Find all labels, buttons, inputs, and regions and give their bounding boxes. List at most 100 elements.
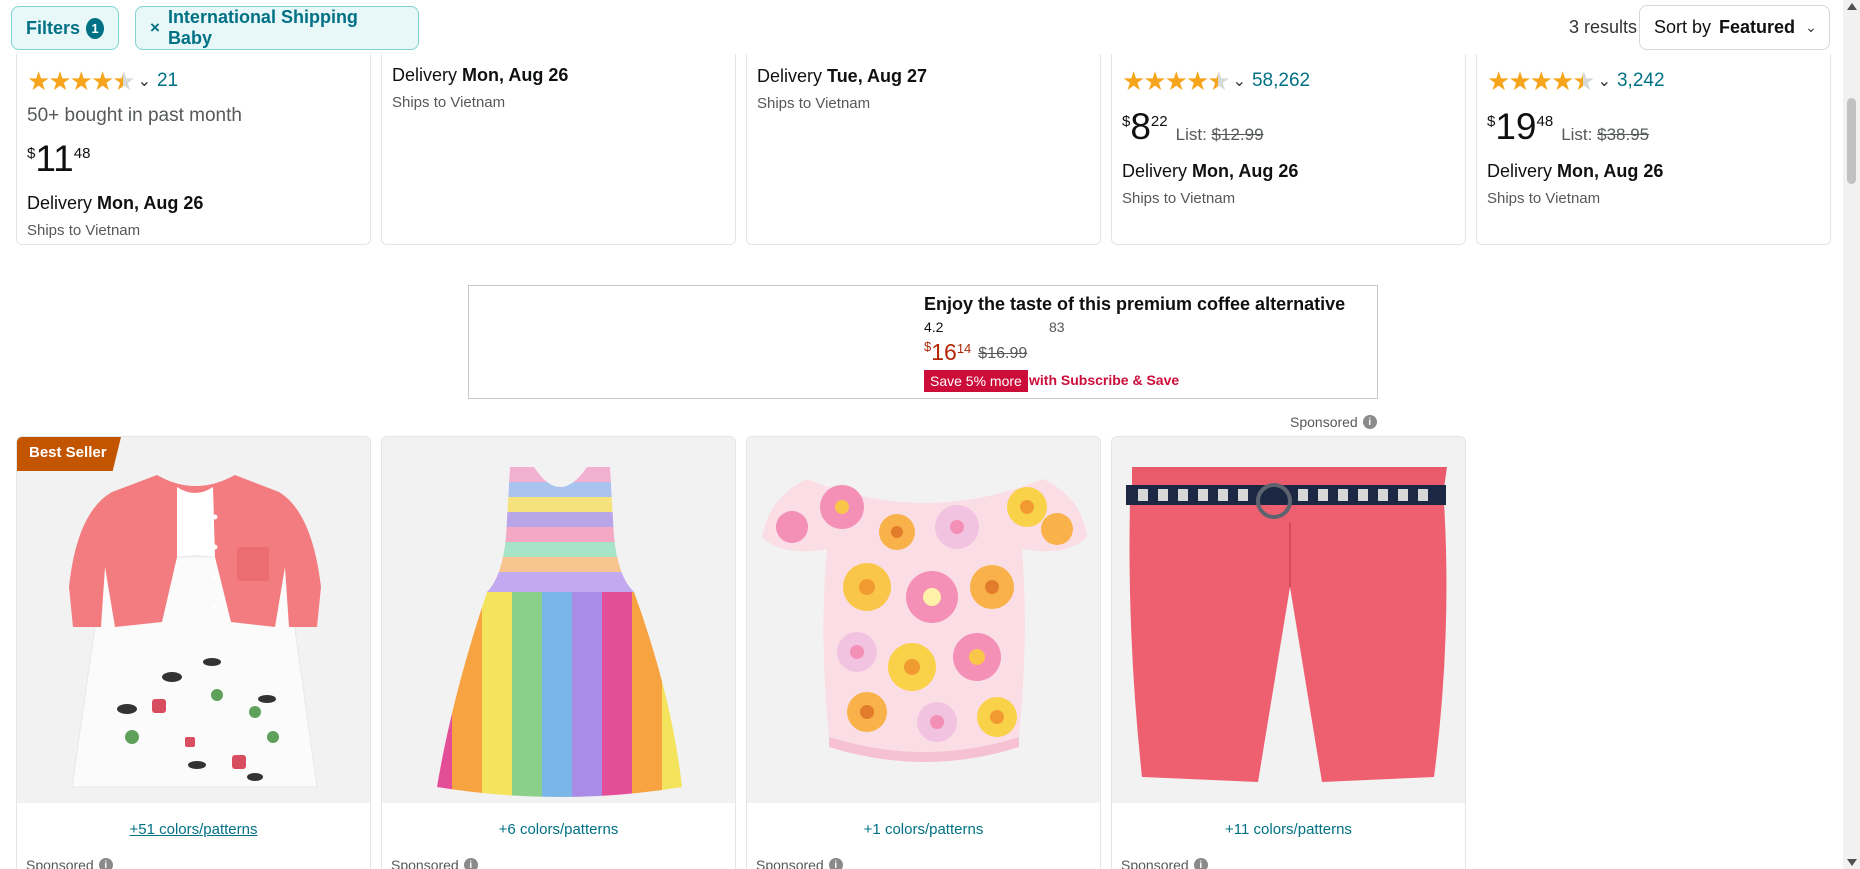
star-icon: ★ — [48, 66, 71, 96]
banner-review-count[interactable]: 83 — [1049, 319, 1065, 335]
product-card-floral-top[interactable]: +1 colors/patterns Sponsored i — [746, 436, 1101, 869]
rating-count-link[interactable]: 21 — [157, 70, 178, 92]
bought-text: 50+ bought in past month — [27, 105, 242, 126]
sort-dropdown[interactable]: Sort by Featured ⌄ — [1639, 5, 1830, 50]
scroll-up-arrow-icon[interactable] — [1847, 3, 1857, 10]
delivery-info: Delivery Mon, Aug 26 — [1487, 161, 1665, 182]
results-toolbar: Filters 1 × International Shipping Baby … — [0, 0, 1843, 54]
sponsored-label[interactable]: Sponsored i — [391, 857, 478, 869]
sponsored-label[interactable]: Sponsored i — [26, 857, 113, 869]
info-icon[interactable]: i — [1362, 415, 1377, 429]
delivery-info: Delivery Mon, Aug 26 — [392, 65, 568, 86]
delivery-label: Delivery — [392, 65, 458, 85]
page-scrollbar[interactable] — [1843, 0, 1860, 869]
ships-to: Ships to Vietnam — [1122, 190, 1236, 207]
price-whole: 8 — [1130, 106, 1151, 147]
star-icon: ★ — [1122, 66, 1145, 96]
subscribe-save-text: with Subscribe & Save — [1029, 372, 1180, 388]
half-star-icon: ★ — [1207, 66, 1230, 96]
cardigan-dress-image — [69, 475, 321, 788]
active-filter-label: International Shipping Baby — [167, 7, 358, 48]
half-star-icon: ★ — [112, 66, 135, 96]
list-price-value: $12.99 — [1211, 125, 1264, 144]
ships-to: Ships to Vietnam — [1487, 190, 1601, 207]
delivery-label: Delivery — [27, 193, 93, 213]
product-card-4[interactable]: ★ ★ ★ ★ ★ ⌄ 58,262 $ 8 22 List: $12.99 Deliv… — [1111, 40, 1466, 245]
product-card-5[interactable]: ★ ★ ★ ★ ★ ⌄ 3,242 $ 19 48 List: $38.95 Deliv… — [1476, 40, 1831, 245]
sponsored-banner-ad[interactable]: Enjoy the taste of this premium coffee a… — [468, 285, 1378, 399]
info-icon[interactable]: i — [98, 858, 113, 869]
product-card-cardigan-set[interactable]: Best Seller +51 colors/patterns Sponsore… — [16, 436, 371, 869]
price-whole: 11 — [35, 138, 74, 179]
delivery-label: Delivery — [1122, 161, 1188, 181]
banner-old-price: $16.99 — [978, 345, 1028, 362]
ships-to: Ships to Vietnam — [757, 95, 871, 112]
product-image[interactable] — [382, 437, 735, 803]
product-card-1[interactable]: ★ ★ ★ ★ ★ ⌄ 21 50+ bought in past month $ 11… — [16, 40, 371, 245]
rating-count-link[interactable]: 58,262 — [1252, 70, 1310, 92]
list-label: List: — [1561, 125, 1593, 144]
delivery-date: Mon, Aug 26 — [462, 65, 569, 85]
product-image[interactable] — [1112, 437, 1465, 803]
star-icon: ★ — [1164, 66, 1188, 96]
rating-stars[interactable]: ★ ★ ★ ★ ★ ⌄ 21 — [27, 68, 178, 94]
price-symbol: $ — [1487, 113, 1496, 130]
rainbow-stripe-dress-image — [437, 467, 682, 797]
delivery-date: Mon, Aug 26 — [1192, 161, 1299, 181]
sponsored-label[interactable]: Sponsored i — [1121, 857, 1208, 869]
close-icon[interactable]: × — [150, 18, 160, 38]
delivery-date: Mon, Aug 26 — [97, 193, 204, 213]
banner-rating: 4.2 — [924, 319, 944, 335]
price: $ 11 48 — [27, 138, 242, 179]
best-seller-badge: Best Seller — [17, 437, 121, 471]
info-icon[interactable]: i — [1193, 858, 1208, 869]
banner-price: $ 16 14 $16.99 — [924, 339, 1027, 366]
info-icon[interactable]: i — [828, 858, 843, 869]
price-fraction: 48 — [73, 145, 91, 162]
star-icon: ★ — [1487, 66, 1510, 96]
star-icon: ★ — [1550, 66, 1574, 96]
product-image[interactable]: Best Seller — [17, 437, 370, 803]
filters-button[interactable]: Filters 1 — [11, 6, 119, 50]
product-image[interactable] — [747, 437, 1100, 803]
sponsored-label[interactable]: Sponsored i — [1290, 414, 1377, 430]
half-star-icon: ★ — [1572, 66, 1595, 96]
ships-to: Ships to Vietnam — [27, 222, 141, 239]
product-card-3[interactable]: Delivery Tue, Aug 27 Ships to Vietnam — [746, 40, 1101, 245]
list-label: List: — [1175, 125, 1207, 144]
chevron-down-icon[interactable]: ⌄ — [1233, 71, 1246, 91]
rating-count-link[interactable]: 3,242 — [1617, 70, 1665, 92]
product-card-rainbow-dress[interactable]: +6 colors/patterns Sponsored i — [381, 436, 736, 869]
pink-shorts-image — [1126, 467, 1447, 782]
color-options-link[interactable]: +11 colors/patterns — [1112, 821, 1465, 838]
price-whole: 16 — [931, 339, 957, 365]
list-price: List: $12.99 — [1176, 125, 1264, 145]
scroll-down-arrow-icon[interactable] — [1847, 859, 1857, 866]
price-symbol: $ — [27, 145, 36, 162]
sort-value: Featured — [1719, 17, 1796, 37]
star-icon: ★ — [69, 66, 93, 96]
ships-to: Ships to Vietnam — [392, 94, 506, 111]
price-symbol: $ — [1122, 113, 1131, 130]
product-card-2[interactable]: Delivery Mon, Aug 26 Ships to Vietnam — [381, 40, 736, 245]
chevron-down-icon[interactable]: ⌄ — [138, 71, 151, 91]
rating-stars[interactable]: ★ ★ ★ ★ ★ ⌄ 58,262 — [1122, 68, 1310, 94]
chevron-down-icon[interactable]: ⌄ — [1598, 71, 1611, 91]
sponsored-label[interactable]: Sponsored i — [756, 857, 843, 869]
info-icon[interactable]: i — [463, 858, 478, 869]
results-count: 3 results — [1568, 17, 1637, 37]
star-icon: ★ — [1143, 66, 1166, 96]
filters-label: Filters — [26, 17, 81, 38]
delivery-label: Delivery — [1487, 161, 1553, 181]
list-price-value: $38.95 — [1597, 125, 1650, 144]
banner-title[interactable]: Enjoy the taste of this premium coffee a… — [924, 294, 1345, 315]
price-fraction: 48 — [1536, 113, 1554, 130]
rating-stars[interactable]: ★ ★ ★ ★ ★ ⌄ 3,242 — [1487, 68, 1665, 94]
save-badge: Save 5% more — [924, 370, 1028, 392]
color-options-link[interactable]: +51 colors/patterns — [17, 821, 370, 838]
color-options-link[interactable]: +6 colors/patterns — [382, 821, 735, 838]
scrollbar-thumb[interactable] — [1847, 98, 1856, 184]
active-filter-chip[interactable]: × International Shipping Baby — [135, 6, 419, 50]
product-card-pink-shorts[interactable]: +11 colors/patterns Sponsored i — [1111, 436, 1466, 869]
color-options-link[interactable]: +1 colors/patterns — [747, 821, 1100, 838]
